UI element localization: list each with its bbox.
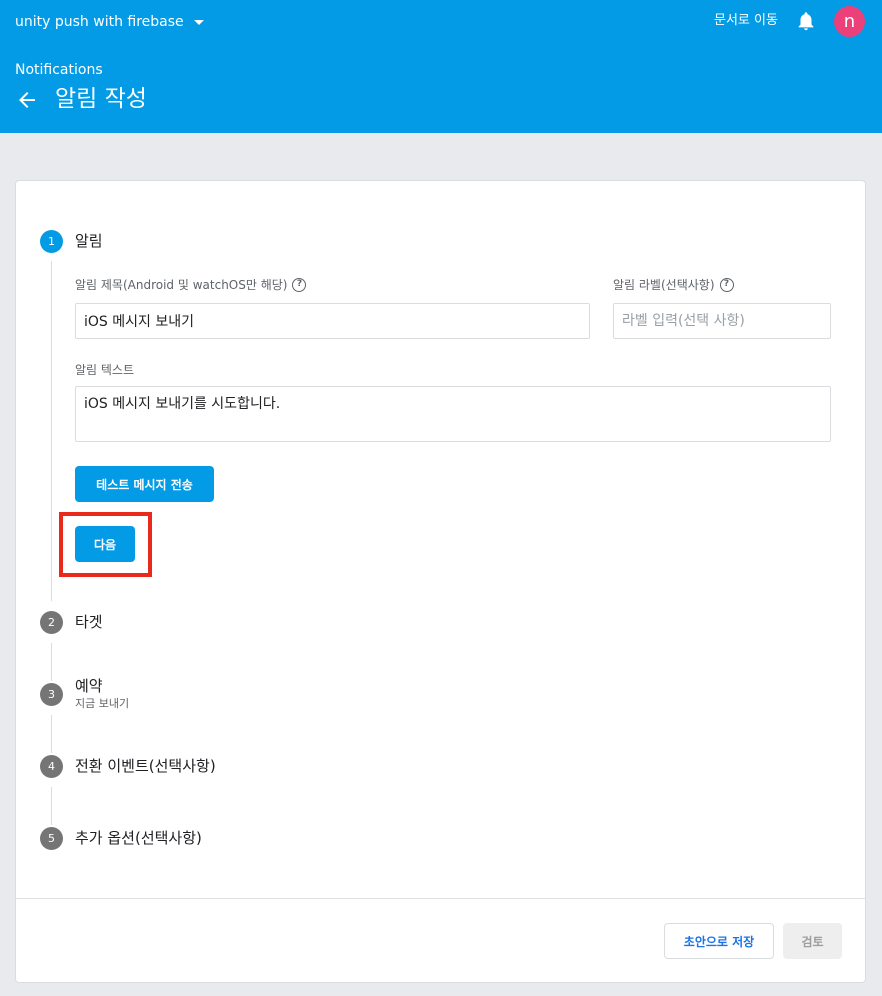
notification-text-label: 알림 텍스트	[75, 363, 135, 377]
step-connector	[51, 787, 52, 825]
step-5-indicator: 5	[40, 827, 63, 850]
help-icon[interactable]: ?	[292, 278, 307, 292]
project-selector[interactable]: unity push with firebase	[15, 12, 204, 32]
step-3-subtitle: 지금 보내기	[75, 697, 130, 710]
notification-title-label: 알림 제목(Android 및 watchOS만 해당) ?	[75, 277, 307, 293]
review-button[interactable]: 검토	[783, 923, 842, 959]
caret-down-icon	[193, 19, 204, 25]
notification-text-input[interactable]: iOS 메시지 보내기를 시도합니다.	[75, 386, 831, 442]
user-avatar[interactable]: n	[834, 6, 865, 37]
notification-label-label: 알림 라벨(선택사항) ?	[613, 277, 734, 293]
docs-link[interactable]: 문서로 이동	[714, 12, 778, 30]
step-connector	[51, 261, 52, 601]
step-2-indicator: 2	[40, 611, 63, 634]
bell-icon[interactable]	[795, 10, 817, 32]
step-2-title[interactable]: 타겟	[75, 612, 103, 632]
step-3-title[interactable]: 예약	[75, 676, 103, 696]
send-test-message-button[interactable]: 테스트 메시지 전송	[75, 466, 214, 502]
step-4-title[interactable]: 전환 이벤트(선택사항)	[75, 756, 216, 776]
breadcrumb[interactable]: Notifications	[15, 61, 103, 79]
step-4-indicator: 4	[40, 755, 63, 778]
help-icon[interactable]: ?	[719, 278, 734, 292]
step-1-title[interactable]: 알림	[75, 231, 103, 251]
highlight-box	[59, 512, 152, 577]
footer-divider	[16, 898, 865, 899]
project-name: unity push with firebase	[15, 14, 184, 30]
step-5-title[interactable]: 추가 옵션(선택사항)	[75, 828, 202, 848]
step-connector	[51, 643, 52, 681]
step-3-indicator: 3	[40, 683, 63, 706]
notification-title-input[interactable]	[75, 303, 590, 339]
page-title: 알림 작성	[55, 86, 147, 112]
step-1-indicator: 1	[40, 230, 63, 253]
arrow-left-icon[interactable]	[15, 88, 39, 112]
step-connector	[51, 715, 52, 753]
top-app-bar: unity push with firebase 문서로 이동 n Notifi…	[0, 0, 882, 133]
compose-card: 1 알림 알림 제목(Android 및 watchOS만 해당) ? 알림 라…	[15, 180, 866, 983]
notification-label-input[interactable]	[613, 303, 831, 339]
save-draft-button[interactable]: 초안으로 저장	[664, 923, 774, 959]
